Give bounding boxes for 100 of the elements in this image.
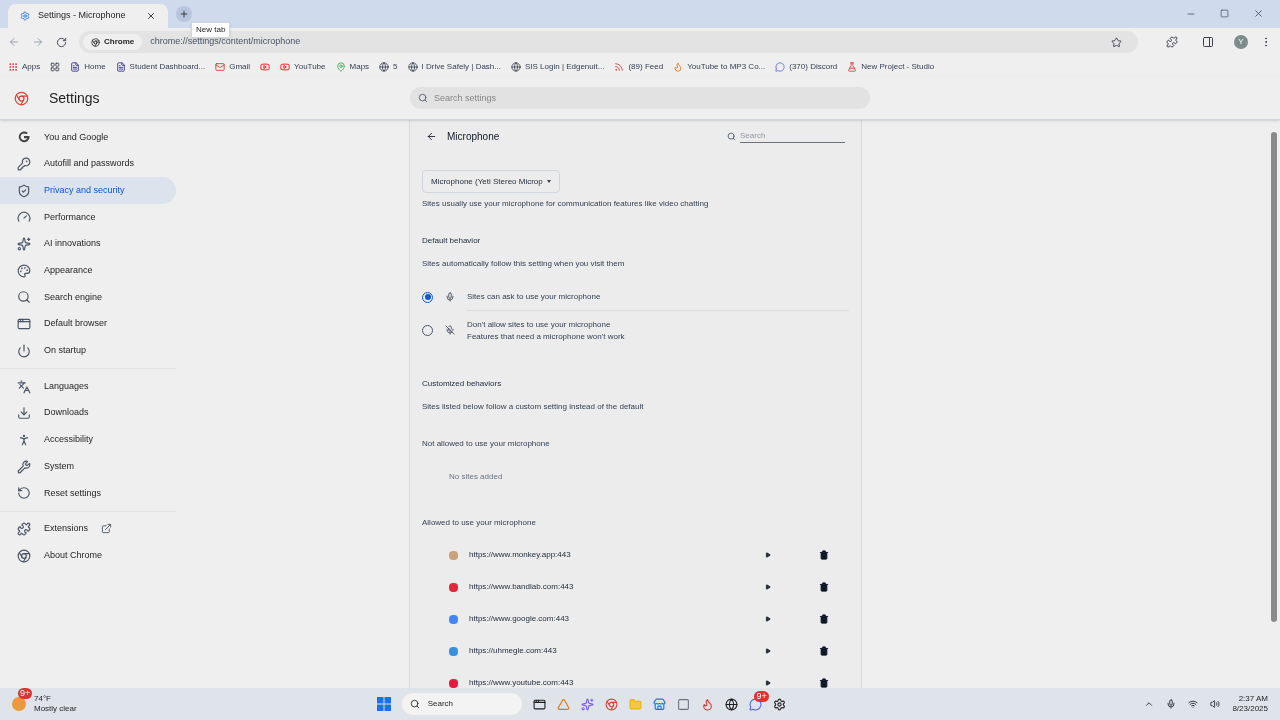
document-icon bbox=[70, 61, 81, 72]
star-icon[interactable] bbox=[1111, 36, 1122, 48]
sidebar-label: Languages bbox=[44, 379, 89, 393]
flame-icon bbox=[673, 61, 684, 72]
delete-icon[interactable] bbox=[819, 582, 829, 592]
bookmark[interactable]: Student Dashboard... bbox=[115, 60, 206, 73]
sparkle-icon bbox=[17, 237, 31, 252]
wifi-icon[interactable] bbox=[1188, 699, 1199, 709]
microphone-icon bbox=[445, 292, 455, 302]
bookmark[interactable]: (370) Discord bbox=[775, 60, 838, 73]
profile-avatar[interactable]: Y bbox=[1234, 35, 1248, 49]
radio-option[interactable]: Don't allow sites to use your microphone Features that need a microphone won't work bbox=[422, 310, 849, 350]
video-icon[interactable] bbox=[260, 61, 271, 72]
bookmark[interactable]: (89) Feed bbox=[614, 60, 664, 73]
site-row[interactable]: https://www.monkey.app:443 bbox=[422, 539, 849, 571]
list-heading: Allowed to use your microphone bbox=[422, 517, 537, 529]
bookmark[interactable]: Gmail bbox=[215, 60, 251, 73]
chrome-icon[interactable] bbox=[604, 697, 618, 711]
sidebar-item[interactable]: Privacy and security bbox=[0, 177, 176, 205]
sidebar-item[interactable]: Extensions bbox=[0, 515, 176, 543]
section-subtitle: Sites automatically follow this setting when you visit them bbox=[422, 258, 626, 270]
sidebar-item[interactable]: Languages bbox=[0, 373, 176, 400]
chat-icon[interactable] bbox=[748, 697, 762, 711]
sidebar-item[interactable]: Reset settings bbox=[0, 479, 176, 507]
site-url: https://www.bandlab.com:443 bbox=[469, 581, 574, 593]
sidebar-item[interactable]: Default browser bbox=[0, 310, 176, 338]
side-panel-icon[interactable] bbox=[1202, 36, 1214, 48]
close-icon[interactable] bbox=[146, 11, 156, 21]
sidebar-label: Privacy and security bbox=[44, 183, 125, 197]
delete-icon[interactable] bbox=[819, 646, 829, 656]
chevron-up-icon[interactable] bbox=[1144, 699, 1155, 709]
section-title: Microphone bbox=[447, 129, 500, 144]
store-icon[interactable] bbox=[652, 697, 666, 711]
new-tab-button[interactable] bbox=[176, 6, 192, 22]
close-icon[interactable] bbox=[1253, 8, 1264, 19]
radio-option[interactable]: Sites can ask to use your microphone bbox=[422, 284, 849, 310]
expand-arrow-icon[interactable] bbox=[765, 680, 771, 686]
bookmark[interactable]: Apps bbox=[8, 60, 41, 73]
empty-message: No sites added bbox=[449, 471, 504, 483]
site-chip[interactable]: Chrome bbox=[83, 34, 143, 50]
sidebar-item[interactable]: Accessibility bbox=[0, 426, 176, 454]
bookmark[interactable]: SIS Login | Edgenuit... bbox=[510, 60, 605, 73]
microphone-icon[interactable] bbox=[1166, 699, 1177, 709]
flame-icon[interactable] bbox=[700, 697, 714, 711]
expand-arrow-icon[interactable] bbox=[765, 552, 771, 558]
site-row[interactable]: https://www.google.com:443 bbox=[422, 603, 849, 635]
search-icon bbox=[17, 290, 31, 305]
volume-icon[interactable] bbox=[1210, 699, 1221, 709]
site-row[interactable]: https://www.bandlab.com:443 bbox=[422, 571, 849, 603]
sparkle-icon[interactable] bbox=[580, 697, 594, 711]
site-row[interactable]: https://uhmegle.com:443 bbox=[422, 635, 849, 667]
external-link-icon[interactable] bbox=[101, 523, 113, 535]
bookmark[interactable]: I Drive Safely | Dash... bbox=[407, 60, 501, 73]
grid-icon[interactable] bbox=[50, 61, 61, 72]
sidebar-item[interactable]: Downloads bbox=[0, 399, 176, 427]
expand-arrow-icon[interactable] bbox=[765, 616, 771, 622]
feed-icon bbox=[614, 61, 625, 72]
globe-icon[interactable] bbox=[724, 697, 738, 711]
site-row[interactable]: https://www.youtube.com:443 bbox=[422, 667, 849, 688]
palette-icon bbox=[17, 263, 31, 278]
sidebar-item[interactable]: Autofill and passwords bbox=[0, 150, 176, 178]
delete-icon[interactable] bbox=[819, 614, 829, 624]
window-icon[interactable] bbox=[532, 697, 546, 711]
puzzle-icon[interactable] bbox=[1166, 36, 1178, 48]
reload-icon[interactable] bbox=[56, 36, 67, 48]
address-bar[interactable]: Chrome chrome://settings/content/microphone bbox=[79, 31, 1138, 53]
start-icon[interactable] bbox=[376, 697, 391, 711]
taskbar-search[interactable]: Search bbox=[401, 693, 522, 715]
sidebar-item[interactable]: AI innovations bbox=[0, 230, 176, 258]
bookmark[interactable]: 5 bbox=[379, 60, 398, 73]
sidebar-item[interactable]: System bbox=[0, 453, 176, 480]
sidebar-item[interactable]: Search engine bbox=[0, 284, 176, 311]
bookmark[interactable]: YouTube bbox=[280, 60, 326, 73]
section-subtitle: Sites listed below follow a custom setting instead of the default bbox=[422, 401, 645, 413]
delete-icon[interactable] bbox=[819, 550, 829, 560]
sidebar-label: AI innovations bbox=[44, 237, 101, 251]
description: Sites usually use your microphone for communication features like video chatting bbox=[422, 198, 710, 210]
expand-arrow-icon[interactable] bbox=[765, 584, 771, 590]
device-dropdown[interactable]: Microphone (Yeti Stereo Microp bbox=[422, 170, 560, 193]
mail-icon bbox=[215, 61, 226, 72]
bookmark[interactable]: Home bbox=[70, 60, 106, 73]
back-icon[interactable] bbox=[426, 130, 437, 142]
search-field[interactable]: Search bbox=[740, 129, 845, 143]
delete-icon[interactable] bbox=[819, 678, 829, 688]
browser-tab[interactable]: Settings - Microphone bbox=[8, 4, 168, 28]
sidebar-item[interactable]: Performance bbox=[0, 204, 176, 231]
sidebar-item[interactable]: On startup bbox=[0, 337, 176, 365]
power-icon bbox=[17, 343, 31, 358]
bookmark[interactable]: Maps bbox=[335, 60, 370, 73]
search-settings-field[interactable]: Search settings bbox=[410, 87, 870, 109]
sidebar-label: On startup bbox=[44, 344, 87, 358]
weather-icon[interactable] bbox=[12, 697, 26, 711]
expand-arrow-icon[interactable] bbox=[765, 648, 771, 654]
bookmark[interactable]: New Project - Studio bbox=[847, 60, 935, 73]
grid-dots-icon bbox=[8, 61, 18, 72]
sidebar-item[interactable]: Appearance bbox=[0, 257, 176, 285]
gear-icon[interactable] bbox=[772, 697, 786, 711]
sidebar-item[interactable]: You and Google bbox=[0, 124, 176, 151]
bookmark[interactable]: YouTube to MP3 Co... bbox=[673, 60, 766, 73]
sidebar-item[interactable]: About Chrome bbox=[0, 542, 176, 569]
